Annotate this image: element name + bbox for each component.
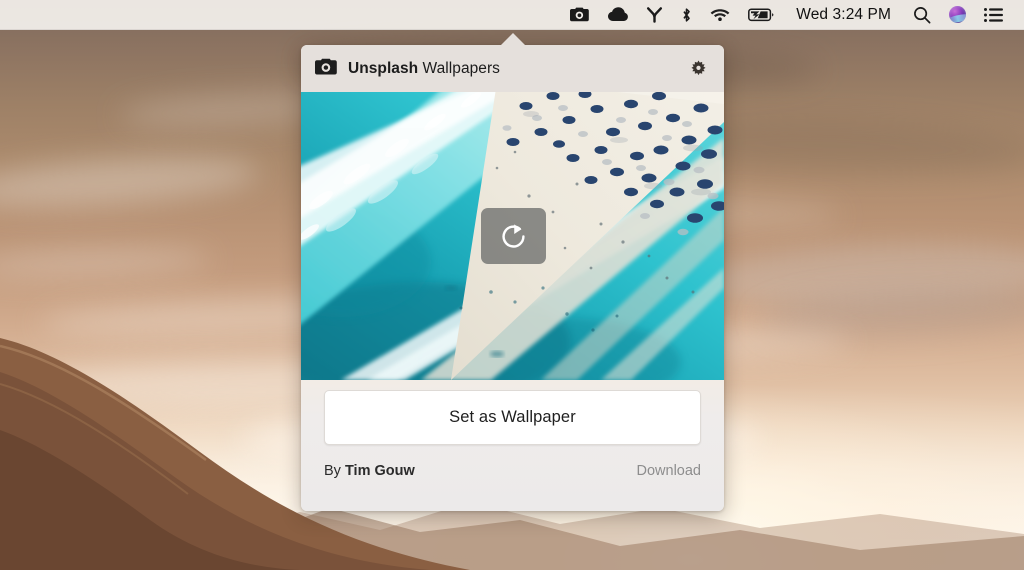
cloud-streak <box>0 245 211 281</box>
popover-header: Unsplash Wallpapers <box>301 45 724 92</box>
search-icon[interactable] <box>904 0 940 30</box>
app-brand-name: Unsplash <box>348 59 419 77</box>
wifi-icon[interactable] <box>701 0 739 30</box>
app-subtitle: Wallpapers <box>422 59 500 77</box>
popover-footer: Set as Wallpaper By Tim Gouw Download <box>301 380 724 511</box>
git-branch-icon[interactable] <box>637 0 672 30</box>
download-link[interactable]: Download <box>637 463 702 479</box>
cloud-streak <box>699 238 1024 312</box>
popover-title: Unsplash Wallpapers <box>348 60 500 78</box>
photographer-name: Tim Gouw <box>344 463 415 479</box>
menu-bar: Wed 3:24 PM <box>0 0 1024 30</box>
camera-icon <box>315 58 337 80</box>
cloud-icon[interactable] <box>599 0 637 30</box>
refresh-button[interactable] <box>480 208 546 264</box>
menubar-clock[interactable]: Wed 3:24 PM <box>783 0 904 30</box>
gear-icon[interactable] <box>686 57 710 81</box>
siri-orb <box>949 6 966 23</box>
cloud-streak <box>759 282 1024 344</box>
photo-credit: By Tim Gouw <box>324 463 415 479</box>
siri-icon[interactable] <box>940 0 975 30</box>
battery-charging-icon[interactable] <box>739 0 783 30</box>
set-as-wallpaper-button[interactable]: Set as Wallpaper <box>324 390 701 445</box>
unsplash-wallpapers-popover: Unsplash Wallpapers Set as Wallpaper By … <box>301 33 724 511</box>
wallpaper-preview-image[interactable] <box>301 92 724 380</box>
cloud-streak <box>0 149 262 215</box>
credit-row: By Tim Gouw Download <box>324 463 701 479</box>
credit-prefix: By <box>324 463 341 479</box>
refresh-icon <box>501 223 525 248</box>
bluetooth-icon[interactable] <box>672 0 701 30</box>
camera-icon[interactable] <box>560 0 599 30</box>
notification-center-icon[interactable] <box>975 0 1012 30</box>
